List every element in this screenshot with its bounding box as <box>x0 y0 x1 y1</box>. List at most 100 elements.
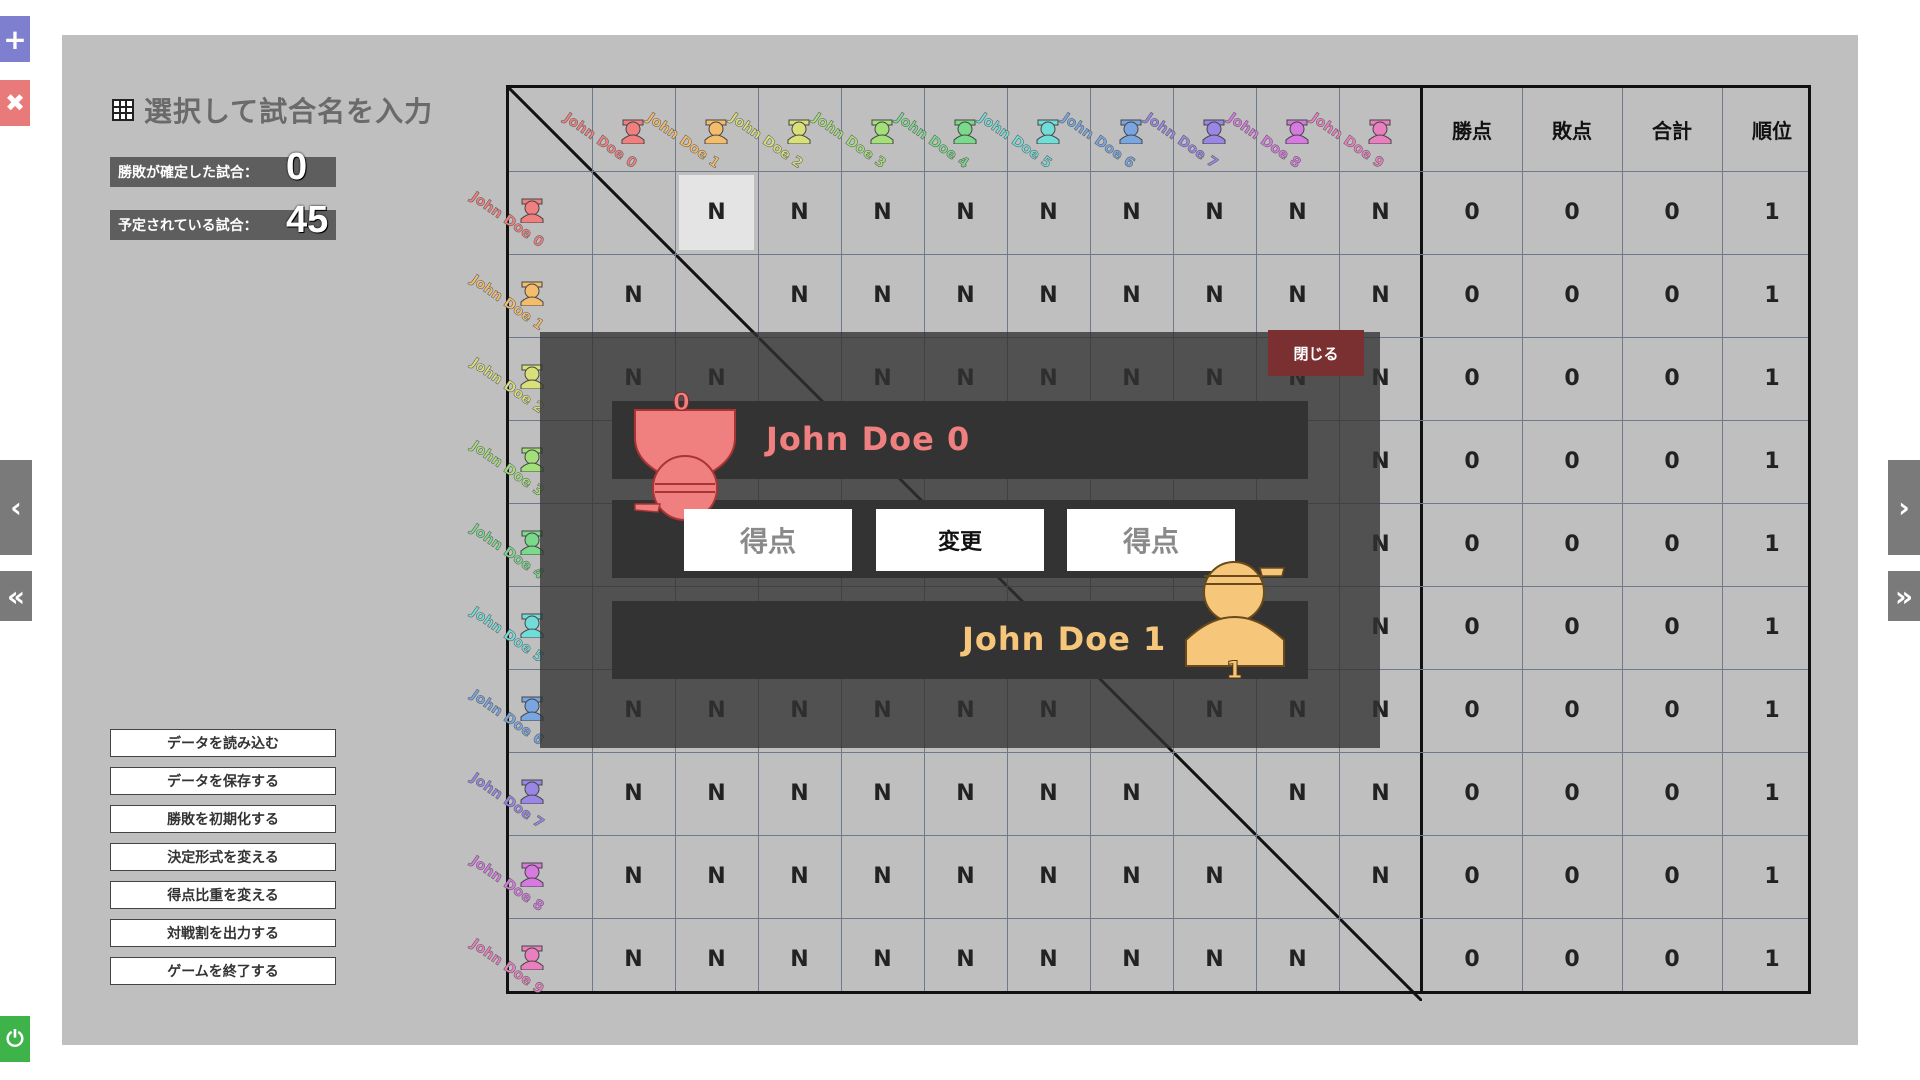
stat-header[interactable]: 勝点 <box>1422 88 1522 171</box>
match-cell[interactable]: N <box>1094 839 1169 914</box>
match-cell[interactable]: N <box>596 756 671 831</box>
match-cell[interactable]: N <box>679 175 754 250</box>
save-data-button[interactable]: データを保存する <box>110 767 336 795</box>
stat-cell: 0 <box>1464 947 1480 972</box>
stat-cell: 0 <box>1564 283 1580 308</box>
stat-header[interactable]: 順位 <box>1722 88 1822 171</box>
row-player-header[interactable]: John Doe 7 <box>468 752 559 832</box>
stat-cell: 1 <box>1764 781 1780 806</box>
confirmed-matches-label: 勝敗が確定した試合： <box>118 165 258 181</box>
match-cell[interactable]: N <box>845 756 920 831</box>
player-a-score-button[interactable]: 得点 <box>684 509 852 571</box>
column-player-header[interactable]: John Doe 9 <box>1308 88 1409 172</box>
match-cell[interactable]: N <box>845 922 920 997</box>
change-score-weight-button[interactable]: 得点比重を変える <box>110 881 336 909</box>
swap-button[interactable]: 変更 <box>876 509 1044 571</box>
double-chevron-left-icon: « <box>6 579 26 613</box>
load-data-button[interactable]: データを読み込む <box>110 729 336 757</box>
stat-cell: 0 <box>1464 864 1480 889</box>
player-avatar-icon <box>519 276 545 307</box>
match-cell[interactable]: N <box>1260 756 1335 831</box>
match-cell[interactable]: N <box>1094 175 1169 250</box>
stat-cell: 0 <box>1464 200 1480 225</box>
match-cell[interactable]: N <box>1343 175 1418 250</box>
match-cell[interactable]: N <box>1260 258 1335 333</box>
stat-cell: 0 <box>1664 698 1680 723</box>
power-button[interactable]: ⏻ <box>0 1016 30 1062</box>
match-cell[interactable]: N <box>762 258 837 333</box>
match-cell[interactable]: N <box>762 922 837 997</box>
player-avatar-icon <box>786 114 812 145</box>
match-cell[interactable]: N <box>928 756 1003 831</box>
stat-cell: 0 <box>1464 532 1480 557</box>
match-cell[interactable]: N <box>1011 922 1086 997</box>
row-player-header[interactable]: John Doe 8 <box>468 835 559 915</box>
player-avatar-icon <box>1367 114 1393 145</box>
stat-cell: 1 <box>1764 449 1780 474</box>
player-avatar-icon <box>519 193 545 224</box>
match-cell[interactable]: N <box>1343 756 1418 831</box>
stat-header[interactable]: 合計 <box>1622 88 1722 171</box>
stat-cell: 0 <box>1664 200 1680 225</box>
confirmed-matches-value: 0 <box>286 146 308 188</box>
stat-cell: 0 <box>1464 366 1480 391</box>
stat-cell: 1 <box>1764 698 1780 723</box>
match-cell[interactable]: N <box>1011 756 1086 831</box>
match-cell[interactable]: N <box>762 839 837 914</box>
row-player-header[interactable]: John Doe 1 <box>468 254 559 334</box>
match-cell[interactable]: N <box>1011 839 1086 914</box>
next-page-button[interactable]: › <box>1888 460 1920 555</box>
player-b-number: 1 <box>1226 656 1244 685</box>
match-cell[interactable]: N <box>1094 922 1169 997</box>
delete-player-button[interactable]: ✖ <box>0 80 30 126</box>
match-cell[interactable]: N <box>1343 258 1418 333</box>
first-page-button[interactable]: « <box>0 571 32 621</box>
row-player-header[interactable]: John Doe 9 <box>468 918 559 998</box>
reset-results-button[interactable]: 勝敗を初期化する <box>110 805 336 833</box>
stat-cell: 0 <box>1664 864 1680 889</box>
add-player-button[interactable]: + <box>0 16 30 62</box>
match-cell[interactable]: N <box>845 839 920 914</box>
match-cell[interactable]: N <box>1011 258 1086 333</box>
match-cell[interactable]: N <box>1094 258 1169 333</box>
match-cell[interactable]: N <box>1260 175 1335 250</box>
stat-cell: 0 <box>1464 781 1480 806</box>
match-cell[interactable]: N <box>762 756 837 831</box>
export-schedule-button[interactable]: 対戦割を出力する <box>110 919 336 947</box>
match-cell[interactable]: N <box>679 756 754 831</box>
match-cell[interactable]: N <box>1260 922 1335 997</box>
stat-header[interactable]: 敗点 <box>1522 88 1622 171</box>
match-cell[interactable]: N <box>1177 922 1252 997</box>
change-decision-format-button[interactable]: 決定形式を変える <box>110 843 336 871</box>
row-player-header[interactable]: John Doe 0 <box>468 171 559 251</box>
match-cell[interactable]: N <box>596 839 671 914</box>
power-icon: ⏻ <box>6 1026 24 1052</box>
stat-cell: 1 <box>1764 366 1780 391</box>
match-cell[interactable]: N <box>1343 839 1418 914</box>
match-cell[interactable]: N <box>679 839 754 914</box>
player-avatar-icon <box>1035 114 1061 145</box>
player-a-name: John Doe 0 <box>766 420 971 458</box>
tournament-title[interactable]: 選択して試合名を入力 <box>112 90 433 130</box>
match-cell[interactable]: N <box>679 922 754 997</box>
match-cell[interactable]: N <box>1177 839 1252 914</box>
match-cell[interactable]: N <box>928 922 1003 997</box>
last-page-button[interactable]: » <box>1888 571 1920 621</box>
match-cell[interactable]: N <box>1094 756 1169 831</box>
match-cell[interactable]: N <box>1177 175 1252 250</box>
match-cell[interactable]: N <box>845 175 920 250</box>
match-cell[interactable]: N <box>1177 258 1252 333</box>
match-cell[interactable]: N <box>928 175 1003 250</box>
match-cell[interactable]: N <box>845 258 920 333</box>
match-cell[interactable]: N <box>928 258 1003 333</box>
match-cell[interactable]: N <box>596 922 671 997</box>
match-cell[interactable]: N <box>1011 175 1086 250</box>
match-cell[interactable]: N <box>928 839 1003 914</box>
player-avatar-icon <box>869 114 895 145</box>
match-cell[interactable]: N <box>596 258 671 333</box>
exit-game-button[interactable]: ゲームを終了する <box>110 957 336 985</box>
stat-cell: 0 <box>1464 615 1480 640</box>
prev-page-button[interactable]: ‹ <box>0 460 32 555</box>
close-dialog-button[interactable]: 閉じる <box>1268 330 1364 376</box>
match-cell[interactable]: N <box>762 175 837 250</box>
